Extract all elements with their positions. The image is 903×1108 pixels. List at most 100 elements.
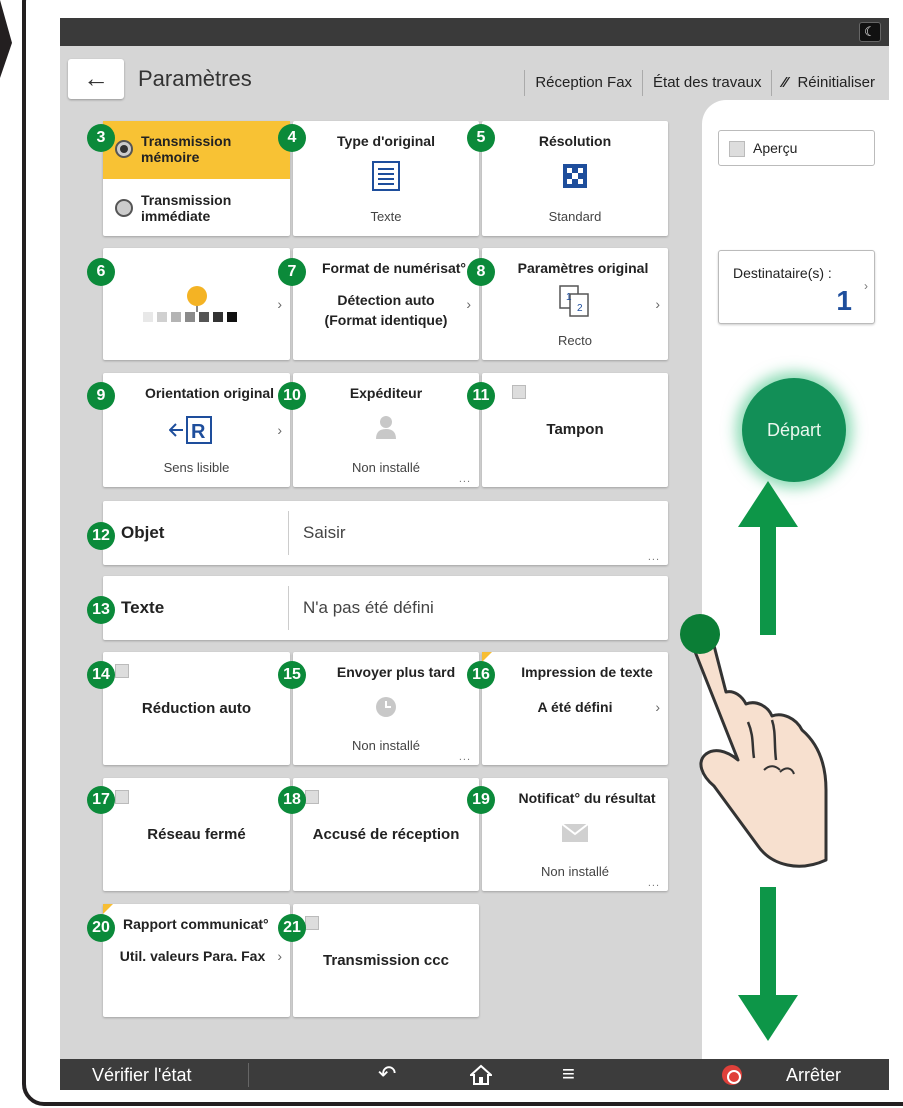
svg-text:2: 2: [577, 303, 583, 314]
bottom-bar: Vérifier l'état ↶ ≡ Arrêter: [60, 1059, 889, 1090]
text-row[interactable]: Texte N'a pas été défini: [103, 576, 668, 640]
subject-value: Saisir: [303, 523, 346, 542]
original-orientation-tile[interactable]: Orientation original R Sens lisible ›: [103, 373, 290, 487]
callout-badge: 3: [87, 124, 115, 152]
callout-badge: 14: [87, 661, 115, 689]
checkbox[interactable]: [115, 664, 129, 678]
communication-report-tile[interactable]: Rapport communicat° Util. valeurs Para. …: [103, 904, 290, 1017]
fax-reception-link[interactable]: Réception Fax: [524, 70, 642, 96]
checkbox[interactable]: [305, 916, 319, 930]
pointing-hand-icon: [689, 624, 828, 868]
tile-title: Format de numérisat°: [321, 260, 467, 276]
density-tile[interactable]: ›: [103, 248, 290, 360]
destinations-count: 1: [836, 285, 852, 316]
preview-label: Aperçu: [753, 140, 798, 156]
tile-value: Réseau fermé: [147, 825, 246, 843]
chevron-right-icon: ›: [277, 422, 282, 438]
auto-reduce-tile[interactable]: Réduction auto: [103, 652, 290, 765]
tile-title: Rapport communicat°: [123, 916, 269, 932]
bcc-transmission-tile[interactable]: Transmission ccc: [293, 904, 479, 1017]
status-bar: ☾: [60, 18, 889, 46]
header-links: Réception Fax État des travaux ⁄⁄ Réiniti…: [524, 70, 885, 96]
stop-button[interactable]: Arrêter: [786, 1065, 841, 1086]
preview-checkbox[interactable]: [729, 141, 745, 157]
radio-unselected-icon: [115, 199, 133, 217]
text-document-icon: [372, 161, 400, 191]
tile-value: Détection auto (Format identique): [324, 292, 448, 328]
checkbox[interactable]: [305, 790, 319, 804]
job-status-link[interactable]: État des travaux: [642, 70, 771, 96]
undo-back-icon[interactable]: ↶: [378, 1061, 396, 1087]
arrow-head: [738, 481, 798, 527]
callout-badge: 8: [467, 258, 495, 286]
modified-indicator: [103, 904, 113, 914]
arrow-shaft: [760, 887, 776, 997]
reset-label: Réinitialiser: [797, 74, 875, 91]
tile-title: Paramètres original: [517, 260, 649, 276]
callout-badge: 13: [87, 596, 115, 624]
density-scale-icon: [143, 286, 237, 322]
touch-point-dot: [680, 614, 720, 654]
divider: [288, 586, 289, 630]
menu-icon[interactable]: ≡: [562, 1061, 575, 1087]
more-dots-icon: ...: [647, 551, 660, 563]
chevron-right-icon: ›: [655, 296, 660, 312]
callout-badge: 6: [87, 258, 115, 286]
callout-badge: 12: [87, 522, 115, 550]
chevron-right-icon: ›: [277, 296, 282, 312]
orientation-r-icon: R: [169, 416, 212, 444]
svg-text:R: R: [191, 421, 206, 443]
closed-network-tile[interactable]: Réseau fermé: [103, 778, 290, 891]
stamp-tile[interactable]: Tampon: [482, 373, 668, 487]
sender-tile[interactable]: Expéditeur Non installé ...: [293, 373, 479, 487]
receipt-acknowledgement-tile[interactable]: Accusé de réception: [293, 778, 479, 891]
callout-badge: 15: [278, 661, 306, 689]
person-icon: [376, 416, 396, 439]
stop-icon: [722, 1065, 742, 1085]
callout-badge: 5: [467, 124, 495, 152]
divider: [288, 511, 289, 555]
subject-label: Objet: [121, 523, 165, 542]
original-type-tile[interactable]: Type d'original Texte: [293, 121, 479, 236]
transmission-mode-tile[interactable]: Transmission mémoire Transmission immédi…: [103, 121, 290, 236]
side-tab-marker: [0, 0, 12, 78]
checkbox[interactable]: [512, 385, 526, 399]
envelope-icon: [562, 824, 588, 842]
divider: [248, 1063, 249, 1087]
original-settings-tile[interactable]: Paramètres original 1 2 Recto ›: [482, 248, 668, 360]
home-icon[interactable]: [470, 1064, 492, 1086]
send-later-tile[interactable]: Envoyer plus tard Non installé ...: [293, 652, 479, 765]
destinations-label: Destinataire(s) :: [733, 265, 832, 281]
check-status-button[interactable]: Vérifier l'état: [92, 1065, 191, 1086]
preview-toggle[interactable]: Aperçu: [718, 130, 875, 166]
memory-transmission-option[interactable]: Transmission mémoire: [103, 121, 290, 179]
tile-value: Util. valeurs Para. Fax: [119, 948, 266, 964]
tile-value: Accusé de réception: [312, 825, 460, 843]
scroll-down-arrow-icon: [738, 887, 798, 1041]
callout-badge: 9: [87, 382, 115, 410]
checkbox[interactable]: [115, 790, 129, 804]
chevron-right-icon: ›: [277, 948, 282, 964]
tile-value: Réduction auto: [141, 699, 252, 717]
radio-selected-icon: [115, 140, 133, 158]
reset-icon: ⁄⁄: [782, 74, 788, 91]
subject-row[interactable]: Objet Saisir ...: [103, 501, 668, 565]
energy-saver-moon-icon[interactable]: ☾: [859, 22, 881, 42]
tile-value: Transmission ccc: [323, 951, 449, 969]
back-button[interactable]: ←: [68, 59, 124, 99]
callout-badge: 10: [278, 382, 306, 410]
more-dots-icon: ...: [458, 751, 471, 763]
callout-badge: 17: [87, 786, 115, 814]
scan-size-tile[interactable]: Format de numérisat° Détection auto (For…: [293, 248, 479, 360]
callout-badge: 7: [278, 258, 306, 286]
callout-badge: 20: [87, 914, 115, 942]
more-dots-icon: ...: [458, 473, 471, 485]
start-button[interactable]: Départ: [742, 378, 846, 482]
destinations-button[interactable]: Destinataire(s) : 1 ›: [718, 250, 875, 324]
tile-value: Non installé: [352, 460, 420, 475]
reset-link[interactable]: ⁄⁄ Réinitialiser: [771, 70, 885, 96]
resolution-tile[interactable]: Résolution Standard: [482, 121, 668, 236]
tile-title: Résolution: [538, 133, 612, 149]
text-label: Texte: [121, 598, 165, 617]
text-value: N'a pas été défini: [303, 598, 434, 617]
